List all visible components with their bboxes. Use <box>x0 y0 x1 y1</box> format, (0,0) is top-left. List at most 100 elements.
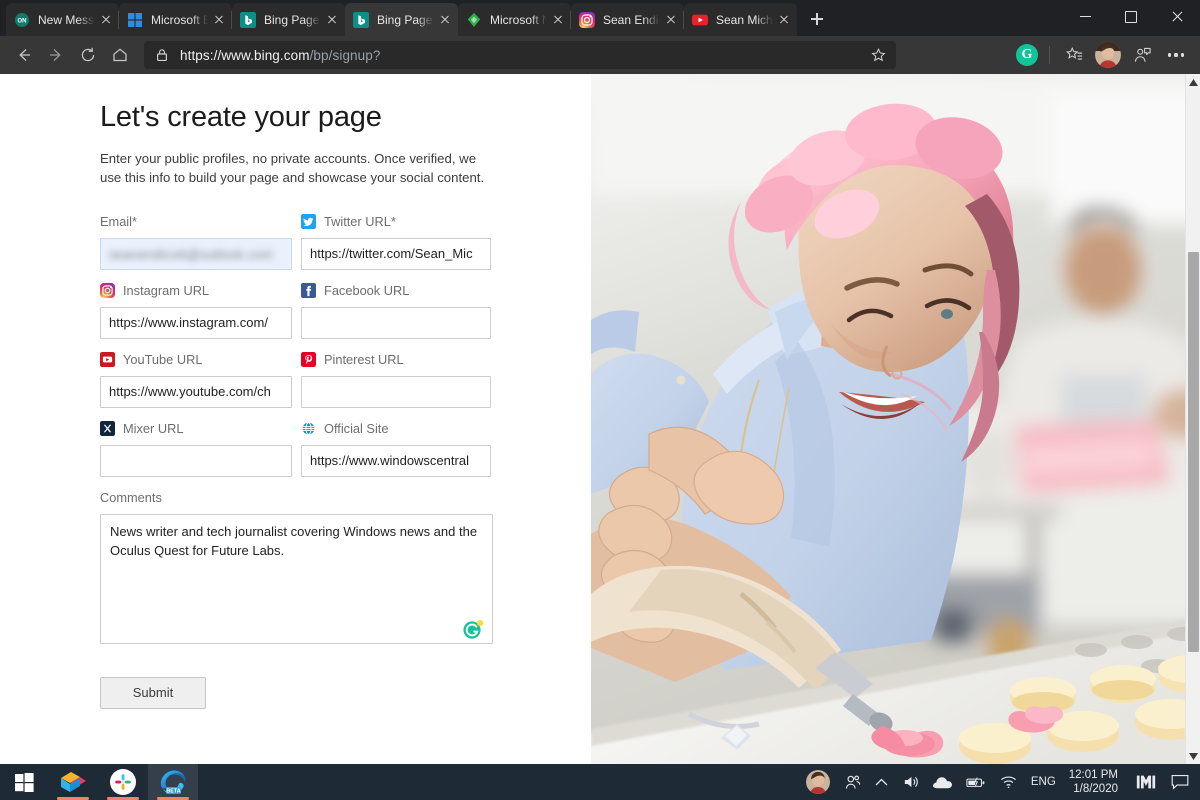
tray-people-button[interactable] <box>837 764 868 800</box>
new-tab-button[interactable] <box>803 5 831 33</box>
facebook-label-row: Facebook URL <box>301 282 491 300</box>
mixer-field-group: Mixer URL <box>100 420 292 477</box>
tray-clock[interactable]: 12:01 PM 1/8/2020 <box>1063 768 1128 797</box>
edge-beta-icon: BETA <box>160 770 186 795</box>
tray-battery-icon[interactable] <box>959 764 993 800</box>
scroll-down-button[interactable] <box>1186 748 1200 764</box>
official-site-field-group: Official Site <box>301 420 491 477</box>
collections-button[interactable] <box>1126 39 1158 71</box>
mixer-label-row: Mixer URL <box>100 420 292 438</box>
maximize-button[interactable] <box>1108 0 1154 33</box>
favorites-button[interactable] <box>1058 39 1090 71</box>
page-scrollbar[interactable] <box>1185 74 1200 764</box>
tray-show-hidden-icons[interactable] <box>868 764 895 800</box>
browser-tab-1[interactable]: Microsoft Edg <box>118 3 232 36</box>
signup-form-panel: Let's create your page Enter your public… <box>0 74 591 764</box>
add-favorite-icon[interactable] <box>866 43 890 67</box>
baker-photo-illustration <box>591 74 1200 764</box>
tab-title: Bing Page Sig <box>377 12 434 27</box>
browser-tab-4[interactable]: Microsoft Nev <box>458 3 571 36</box>
page-viewport: Let's create your page Enter your public… <box>0 74 1200 764</box>
system-tray: ENG 12:01 PM 1/8/2020 <box>799 764 1200 800</box>
grammarly-icon[interactable] <box>461 617 485 641</box>
tab-close-icon[interactable] <box>323 11 341 29</box>
twitter-label-row: Twitter URL* <box>301 213 491 231</box>
tray-user-avatar[interactable] <box>799 764 837 800</box>
submit-button[interactable]: Submit <box>100 676 206 709</box>
toolbar-divider <box>1049 46 1050 64</box>
mixer-url-input[interactable] <box>100 444 292 477</box>
browser-tab-5[interactable]: Sean Endicott <box>570 3 684 36</box>
youtube-icon <box>692 12 708 28</box>
facebook-icon <box>301 283 316 299</box>
browser-tab-0[interactable]: ON New Messagin <box>6 3 119 36</box>
facebook-url-input[interactable] <box>301 306 491 339</box>
tab-title: Bing Page Sig <box>264 12 321 27</box>
scroll-up-button[interactable] <box>1186 74 1200 90</box>
forward-button[interactable] <box>40 39 72 71</box>
paint-3d-icon <box>61 772 86 792</box>
tab-close-icon[interactable] <box>436 11 454 29</box>
toolbar-right-actions: G <box>1009 39 1192 71</box>
tray-wifi-icon[interactable] <box>993 764 1024 800</box>
refresh-button[interactable] <box>72 39 104 71</box>
tab-close-icon[interactable] <box>97 11 115 29</box>
window-controls <box>1062 0 1200 36</box>
hero-image <box>591 74 1200 764</box>
twitter-url-input[interactable] <box>301 237 491 270</box>
svg-text:BETA: BETA <box>166 789 180 795</box>
bing-icon <box>353 11 369 28</box>
tab-title: Sean Endicott <box>603 12 660 27</box>
globe-icon <box>301 421 316 436</box>
field-label: Pinterest URL <box>324 352 404 368</box>
browser-tab-6[interactable]: Sean Michael <box>683 3 797 36</box>
tray-volume-icon[interactable] <box>895 764 926 800</box>
browser-tab-2[interactable]: Bing Page Sig <box>231 3 345 36</box>
twitter-icon <box>301 214 316 230</box>
start-button[interactable] <box>0 764 48 800</box>
tab-close-icon[interactable] <box>210 11 228 29</box>
hero-image-panel <box>591 74 1200 764</box>
tab-close-icon[interactable] <box>775 11 793 29</box>
tab-title: New Messagin <box>38 12 95 27</box>
tab-close-icon[interactable] <box>662 11 680 29</box>
tray-notifications-icon[interactable] <box>1164 764 1196 800</box>
pinterest-url-input[interactable] <box>301 375 491 408</box>
taskbar-app-edge-beta[interactable]: BETA <box>148 764 198 800</box>
svg-text:ON: ON <box>18 18 27 24</box>
youtube-field-group: YouTube URL <box>100 351 292 408</box>
browser-tab-3[interactable]: Bing Page Sig <box>345 3 458 36</box>
taskbar-app-paint-3d[interactable] <box>48 764 98 800</box>
tray-todo-icon[interactable] <box>1128 764 1164 800</box>
instagram-icon <box>579 11 595 28</box>
tray-language-indicator[interactable]: ENG <box>1024 764 1063 800</box>
back-button[interactable] <box>8 39 40 71</box>
avatar <box>1095 42 1121 68</box>
address-bar[interactable]: https://www.bing.com/bp/signup? <box>144 41 896 69</box>
browser-window: ON New Messagin Microsoft Edg <box>0 0 1200 764</box>
url-text: https://www.bing.com/bp/signup? <box>180 48 866 63</box>
taskbar-app-slack[interactable] <box>98 764 148 800</box>
settings-and-more-button[interactable] <box>1160 39 1192 71</box>
page-title: Let's create your page <box>100 101 382 133</box>
official-site-input[interactable] <box>301 444 491 477</box>
home-button[interactable] <box>104 39 136 71</box>
close-window-button[interactable] <box>1154 0 1200 33</box>
profile-button[interactable] <box>1092 39 1124 71</box>
email-redacted-value: seanendicott@outlook.com <box>109 246 274 262</box>
instagram-url-input[interactable] <box>100 306 292 339</box>
tray-onedrive-icon[interactable] <box>926 764 959 800</box>
comments-textarea[interactable] <box>100 513 493 644</box>
tab-close-icon[interactable] <box>549 11 567 29</box>
youtube-icon <box>100 352 115 368</box>
url-scheme: https <box>180 47 210 63</box>
minimize-button[interactable] <box>1062 0 1108 33</box>
field-label: Twitter URL* <box>324 214 396 230</box>
url-host: ://www.bing.com <box>209 47 310 63</box>
facebook-field-group: Facebook URL <box>301 282 491 339</box>
field-label: Comments <box>100 490 162 506</box>
scrollbar-thumb[interactable] <box>1188 252 1199 652</box>
comments-textarea-wrap <box>100 513 493 649</box>
youtube-url-input[interactable] <box>100 375 292 408</box>
grammarly-extension-button[interactable]: G <box>1011 39 1043 71</box>
